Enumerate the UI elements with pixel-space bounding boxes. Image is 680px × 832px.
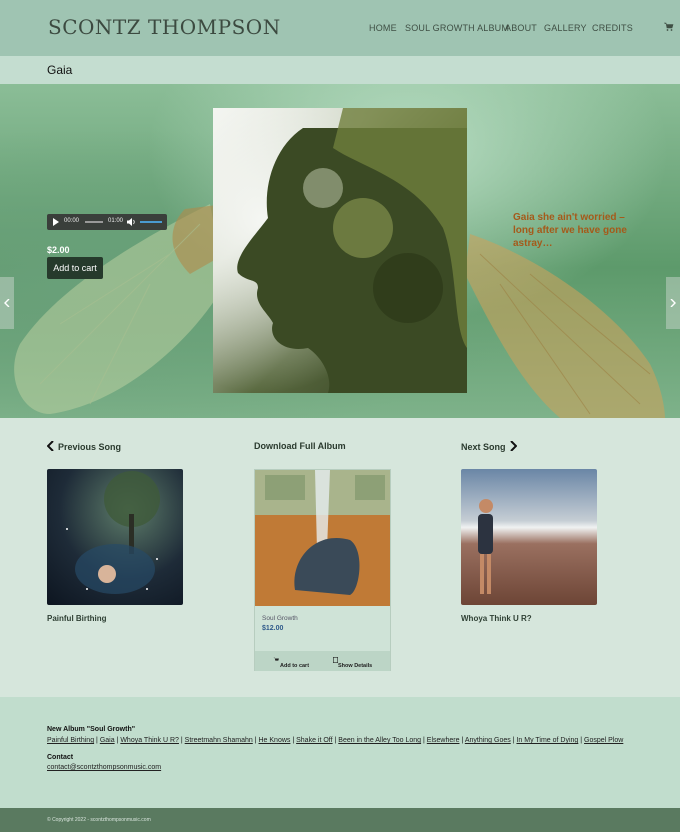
slider-prev-button[interactable]	[0, 277, 14, 329]
nav-soul-growth-album[interactable]: SOUL GROWTH ALBUM	[405, 23, 509, 33]
footer-track-link[interactable]: Elsewhere	[427, 737, 460, 744]
site-footer: New Album "Soul Growth" Painful Birthing…	[0, 697, 680, 808]
volume-icon[interactable]	[127, 218, 136, 226]
gaia-face-artwork	[213, 108, 467, 393]
soul-growth-album-image[interactable]	[255, 470, 390, 606]
footer-track-link[interactable]: Gaia	[100, 737, 115, 744]
footer-album-heading: New Album "Soul Growth"	[47, 726, 136, 733]
footer-track-link[interactable]: Been in the Alley Too Long	[338, 737, 421, 744]
chevron-right-icon	[670, 299, 676, 307]
nav-gallery[interactable]: GALLERY	[544, 23, 587, 33]
footer-track-link[interactable]: Whoya Think U R?	[120, 737, 179, 744]
song-quote: Gaia she ain't worried – long after we h…	[513, 212, 627, 249]
album-show-details-label: Show Details	[338, 663, 373, 669]
site-header: SCONTZ THOMPSON HOME SOUL GROWTH ALBUM A…	[0, 0, 680, 56]
footer-track-link[interactable]: Gospel Plow	[584, 737, 623, 744]
page-title-bar: Gaia	[0, 56, 680, 84]
footer-contact-heading: Contact	[47, 754, 74, 761]
duration: 01:00	[108, 218, 124, 224]
footer-track-link[interactable]: He Knows	[259, 737, 291, 744]
footer-track-link[interactable]: In My Time of Dying	[516, 737, 578, 744]
previous-song-label: Previous Song	[58, 442, 122, 452]
album-show-details-button[interactable]: Show Details	[333, 657, 372, 669]
volume-slider[interactable]	[140, 221, 162, 223]
product-hero: 00:00 01:00 $2.00 Add to cart Gaia she a…	[0, 84, 680, 418]
album-cover-gaia	[213, 108, 467, 393]
next-song-link[interactable]: Next Song	[461, 440, 517, 452]
audio-player[interactable]: 00:00 01:00	[47, 214, 167, 230]
download-album-heading: Download Full Album	[254, 441, 346, 451]
album-add-to-cart-button[interactable]: Add to cart	[273, 657, 309, 669]
copyright-text: © Copyright 2022 - scontzthompsonmusic.c…	[47, 817, 151, 823]
main-nav: HOME SOUL GROWTH ALBUM ABOUT GALLERY CRE…	[0, 23, 680, 37]
footer-email-link[interactable]: contact@scontzthompsonmusic.com	[47, 764, 161, 771]
nav-home[interactable]: HOME	[369, 23, 397, 33]
background-wing-left	[14, 204, 225, 414]
add-to-cart-button[interactable]: Add to cart	[47, 257, 103, 279]
chevron-left-icon	[4, 299, 10, 307]
cart-icon[interactable]	[664, 22, 674, 32]
play-icon[interactable]	[52, 218, 60, 226]
previous-song-image[interactable]	[47, 469, 183, 605]
chevron-right-icon	[509, 440, 517, 452]
footer-track-link[interactable]: Painful Birthing	[47, 737, 94, 744]
progress-bar[interactable]	[85, 221, 103, 223]
next-song-title[interactable]: Whoya Think U R?	[461, 614, 532, 623]
page-title: Gaia	[47, 63, 73, 77]
background-wing-right	[465, 234, 665, 418]
chevron-left-icon	[46, 440, 54, 452]
previous-song-title[interactable]: Painful Birthing	[47, 614, 107, 623]
previous-song-link[interactable]: Previous Song	[46, 440, 122, 452]
soul-growth-artwork	[255, 470, 390, 606]
cart-small-icon	[273, 657, 279, 661]
current-time: 00:00	[64, 218, 80, 224]
slider-next-button[interactable]	[666, 277, 680, 329]
painful-birthing-artwork	[66, 471, 160, 594]
next-song-image[interactable]	[461, 469, 597, 605]
nav-credits[interactable]: CREDITS	[592, 23, 633, 33]
album-product-card: Soul Growth $12.00 Add to cart Show Deta…	[254, 469, 391, 671]
album-add-to-cart-label: Add to cart	[280, 663, 310, 669]
album-card-actions: Add to cart Show Details	[255, 651, 390, 671]
whoya-think-u-r-artwork	[478, 499, 493, 594]
next-song-label: Next Song	[461, 442, 506, 452]
copyright-bar: © Copyright 2022 - scontzthompsonmusic.c…	[0, 808, 680, 832]
footer-track-link[interactable]: Shake it Off	[296, 737, 332, 744]
album-price: $12.00	[262, 625, 284, 632]
footer-track-link[interactable]: Anything Goes	[465, 737, 511, 744]
nav-about[interactable]: ABOUT	[505, 23, 537, 33]
footer-track-link[interactable]: Streetmahn Shamahn	[185, 737, 253, 744]
album-name[interactable]: Soul Growth	[262, 615, 298, 622]
footer-track-links: Painful Birthing | Gaia | Whoya Think U …	[47, 737, 624, 744]
product-price: $2.00	[47, 245, 70, 255]
